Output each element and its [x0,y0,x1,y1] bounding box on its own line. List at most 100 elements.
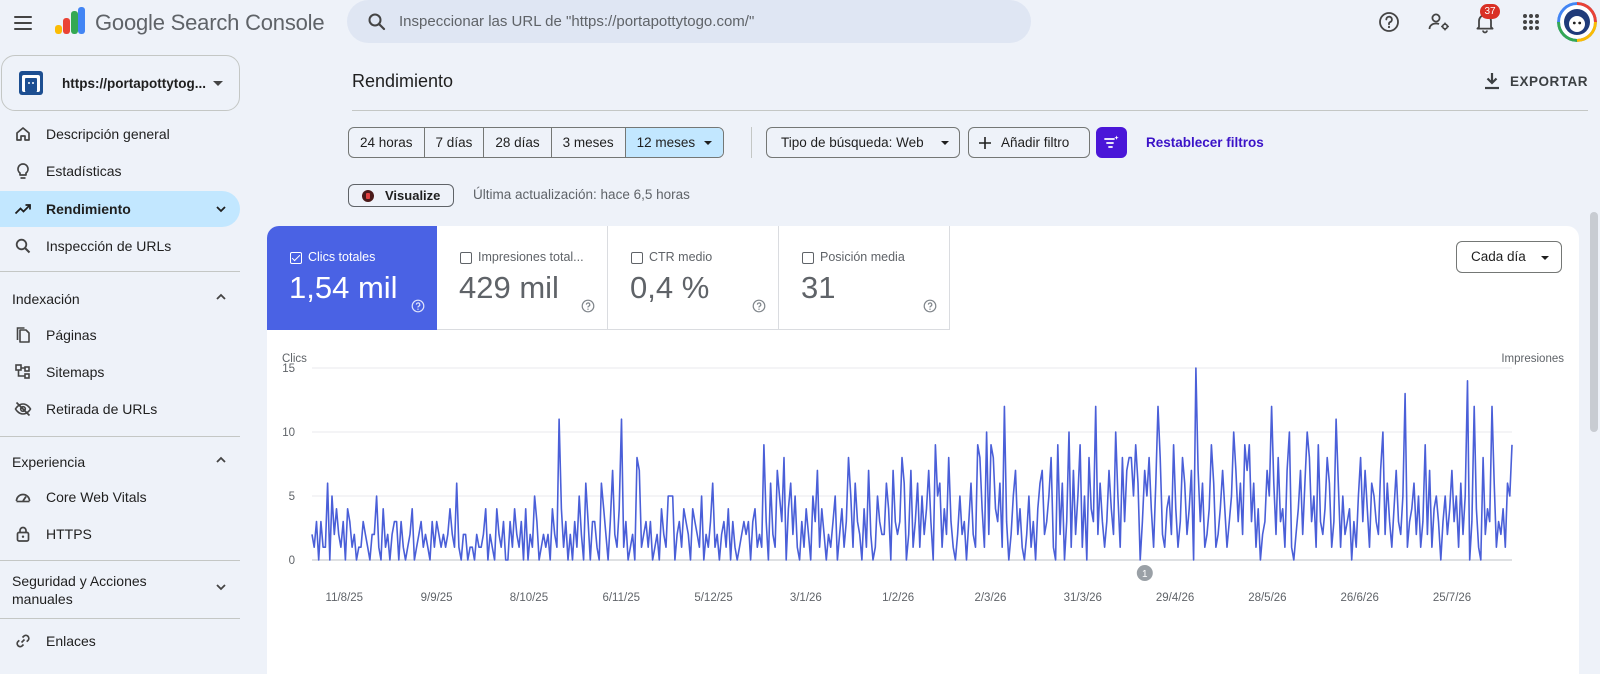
visualize-button[interactable]: Visualize [348,184,454,207]
help-icon[interactable] [581,299,595,313]
property-label: https://portapottytog... [62,76,206,91]
metric-label: Impresiones total... [478,250,584,264]
trending-up-icon [14,204,31,215]
app-brand: Google Search Console [95,10,325,35]
x-tick-label: 3/1/26 [790,592,822,604]
sidebar-section-label: Indexación [12,291,80,307]
y-tick-label: 5 [289,491,295,503]
metric-value: 1,54 mil [289,270,398,305]
sidebar-item-label: Estadísticas [46,163,122,179]
x-tick-label: 25/7/26 [1433,592,1471,604]
metric-total-impressions[interactable]: Impresiones total... 429 mil [437,226,608,330]
x-tick-label: 8/10/25 [510,592,548,604]
sitemap-icon [15,364,30,379]
x-tick-label: 9/9/25 [421,592,453,604]
metric-average-ctr[interactable]: CTR medio 0,4 % [608,226,779,330]
sidebar-section-label: Seguridad y Acciones manuales [12,573,147,607]
hamburger-menu-icon[interactable] [12,10,38,36]
date-range-12m-label: 12 meses [636,135,696,150]
sidebar-item-core-web-vitals[interactable]: Core Web Vitals [0,479,240,515]
account-avatar[interactable] [1557,2,1597,42]
search-type-filter[interactable]: Tipo de búsqueda: Web [766,127,960,158]
notification-count-badge: 37 [1480,4,1500,19]
export-label: EXPORTAR [1510,74,1589,89]
sidebar-item-label: Descripción general [46,126,170,142]
date-range-24h[interactable]: 24 horas [349,128,425,157]
date-range-3m[interactable]: 3 meses [552,128,626,157]
page-scrollbar[interactable] [1590,212,1598,432]
chevron-down-icon [216,206,226,213]
caret-down-icon [704,141,713,146]
granularity-dropdown[interactable]: Cada día [1456,241,1562,273]
gauge-icon [15,493,31,503]
sidebar-item-insights[interactable]: Estadísticas [0,153,240,189]
sidebar-section-experience[interactable]: Experiencia [0,446,240,476]
metric-value: 429 mil [459,270,559,305]
add-filter-button[interactable]: Añadir filtro [968,127,1090,158]
manage-users-icon[interactable] [1426,9,1452,35]
sidebar-item-label: Retirada de URLs [46,401,158,417]
caret-down-icon [1541,256,1549,260]
sidebar-section-label: Experiencia [12,454,86,470]
sidebar-item-pages[interactable]: Páginas [0,317,240,353]
pages-icon [16,327,30,343]
page-title: Rendimiento [352,71,454,91]
performance-card: Clics totales 1,54 mil Impresiones total… [267,226,1579,674]
reset-filters-link[interactable]: Restablecer filtros [1146,135,1264,150]
x-tick-label: 11/8/25 [326,592,364,604]
x-tick-label: 31/3/26 [1064,592,1102,604]
x-tick-label: 2/3/26 [974,592,1006,604]
metric-total-clicks[interactable]: Clics totales 1,54 mil [267,226,437,330]
help-icon[interactable] [411,299,425,313]
checkbox-icon [631,252,643,264]
visualize-label: Visualize [385,188,441,203]
sidebar-item-label: Páginas [46,327,97,343]
header-divider [352,110,1588,111]
sidebar-item-removals[interactable]: Retirada de URLs [0,391,240,427]
sidebar-item-overview[interactable]: Descripción general [0,116,240,152]
x-tick-label: 6/11/25 [602,592,640,604]
filter-options-button[interactable] [1096,127,1127,158]
visualize-extension-icon [362,190,374,202]
plus-icon [979,137,991,149]
sidebar-item-performance[interactable]: Rendimiento [0,191,240,227]
x-tick-label: 26/6/26 [1341,592,1379,604]
chevron-up-icon [216,293,226,300]
date-range-12m[interactable]: 12 meses [625,128,724,157]
checkbox-icon [460,252,472,264]
metric-label: CTR medio [649,250,713,264]
date-range-28d[interactable]: 28 días [484,128,552,157]
sidebar-item-label: Rendimiento [46,201,131,217]
metric-value: 0,4 % [630,270,710,305]
property-selector[interactable]: https://portapottytog... [1,55,240,111]
search-type-label: Tipo de búsqueda: Web [781,135,924,150]
x-tick-label: 5/12/25 [694,592,732,604]
help-icon[interactable] [752,299,766,313]
apps-grid-icon[interactable] [1518,9,1544,35]
sidebar-item-links[interactable]: Enlaces [0,623,240,659]
url-inspection-search[interactable] [347,0,1031,43]
x-tick-label: 1/2/26 [882,592,914,604]
date-range-selector: 24 horas 7 días 28 días 3 meses 12 meses [348,127,725,158]
sidebar-item-sitemaps[interactable]: Sitemaps [0,354,240,390]
sidebar-divider [0,560,240,561]
link-icon [16,634,30,648]
date-range-7d[interactable]: 7 días [425,128,485,157]
sidebar-item-label: Inspección de URLs [46,238,172,254]
help-icon[interactable] [1376,9,1402,35]
metric-label: Clics totales [308,250,376,264]
metric-average-position[interactable]: Posición media 31 [779,226,950,330]
sidebar-section-indexing[interactable]: Indexación [0,282,240,312]
property-site-icon [19,71,43,95]
sidebar-item-url-inspection[interactable]: Inspección de URLs [0,228,240,264]
sidebar-divider [0,436,240,437]
url-inspection-input[interactable] [399,6,1009,36]
sidebar-section-security[interactable]: Seguridad y Acciones manuales [0,568,240,612]
filter-sparkle-icon [1104,135,1119,148]
help-icon[interactable] [923,299,937,313]
annotation-label: 1 [1142,569,1148,580]
sidebar-item-https[interactable]: HTTPS [0,516,240,552]
clicks-series-line [311,367,1513,561]
x-tick-label: 28/5/26 [1248,592,1286,604]
clicks-line-chart: 0 5 10 15 11/8/25 9/9/25 8/10/25 6/11/25 5/12/25… [282,363,1513,604]
